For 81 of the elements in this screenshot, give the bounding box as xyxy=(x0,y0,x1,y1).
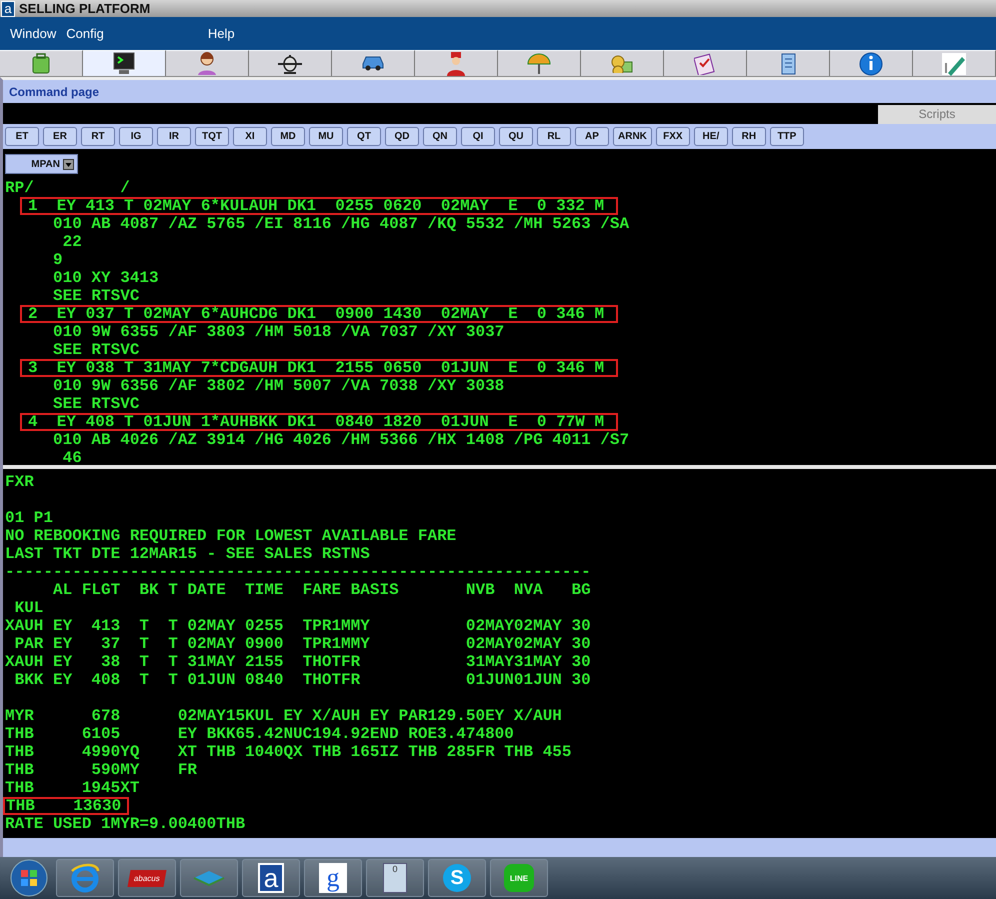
start-orb-icon[interactable] xyxy=(9,858,49,898)
terminal-line: SEE RTSVC xyxy=(52,287,140,305)
command-button[interactable]: XI xyxy=(233,127,267,146)
terminal-line: SEE RTSVC xyxy=(52,341,140,359)
page-title: Command page xyxy=(9,84,100,98)
toolbar-tab[interactable] xyxy=(332,50,415,76)
toolbar-tab[interactable] xyxy=(830,50,913,76)
command-button[interactable]: MD xyxy=(271,127,305,146)
terminal-line: THB 1945XT xyxy=(5,779,140,797)
terminal-line: 46 xyxy=(62,449,83,467)
menu-item[interactable]: Config xyxy=(66,26,104,41)
suitcase-icon xyxy=(32,52,50,74)
command-button[interactable]: QN xyxy=(423,127,457,146)
command-button[interactable]: RT xyxy=(81,127,115,146)
umbrella-icon xyxy=(527,52,551,74)
checklist-icon xyxy=(694,52,716,74)
person-icon xyxy=(197,52,217,76)
terminal-line: 010 9W 6355 /AF 3803 /HM 5018 /VA 7037 /XY 3037 xyxy=(52,323,506,341)
terminal-line: 010 9W 6356 /AF 3802 /HM 5007 /VA 7038 /XY 3038 xyxy=(52,377,506,395)
command-button[interactable]: TQT xyxy=(195,127,229,146)
terminal-line: RATE USED 1MYR=9.00400THB xyxy=(5,815,246,833)
toolbar-tab[interactable] xyxy=(664,50,747,76)
letter-tile-icon[interactable]: a xyxy=(258,863,284,893)
terminal-line: BKK EY 408 T T 01JUN 0840 THOTFR 01JUN01JUN 30 xyxy=(14,671,592,689)
document-icon xyxy=(780,52,796,74)
command-button[interactable]: ET xyxy=(5,127,39,146)
menu-item[interactable]: Help xyxy=(208,26,235,41)
terminal-line: LAST TKT DTE 12MAR15 - SEE SALES RSTNS xyxy=(5,545,371,563)
app-logo: a xyxy=(1,0,15,16)
command-button[interactable]: HE/ xyxy=(694,127,728,146)
terminal-line: MYR 678 02MAY15KUL EY X/AUH EY PAR129.50EY X/AUH xyxy=(5,707,563,725)
letter-tile-icon[interactable]: g xyxy=(319,863,347,893)
command-button[interactable]: RL xyxy=(537,127,571,146)
menu-item[interactable]: Window xyxy=(10,26,56,41)
terminal-line: RP/ / xyxy=(5,179,131,197)
terminal-line: THB 4990YQ XT THB 1040QX THB 165IZ THB 285FR THB 455 xyxy=(5,743,572,761)
bellhop-icon xyxy=(446,52,466,76)
terminal-line: KUL xyxy=(14,599,44,617)
toolbar-tab[interactable] xyxy=(0,50,83,76)
calculator-icon[interactable]: 0 xyxy=(383,863,407,893)
terminal-icon xyxy=(113,52,135,75)
terminal-line: 01 P1 xyxy=(5,509,54,527)
terminal-line: THB 590MY FR xyxy=(5,761,198,779)
terminal-line: 22 xyxy=(62,233,83,251)
terminal-line: NO REBOOKING REQUIRED FOR LOWEST AVAILABLE FARE xyxy=(5,527,458,545)
caret-icon xyxy=(63,158,74,170)
mode-dropdown[interactable]: MPAN xyxy=(5,154,78,174)
abacus-icon[interactable]: abacus xyxy=(128,870,166,886)
window-title: SELLING PLATFORM xyxy=(19,1,150,16)
command-button[interactable]: TTP xyxy=(770,127,804,146)
terminal-line: THB 6105 EY BKK65.42NUC194.92END ROE3.474800 xyxy=(5,725,515,743)
terminal-line: PAR EY 37 T T 02MAY 0900 TPR1MMY 02MAY02MAY 30 xyxy=(14,635,592,653)
command-button[interactable]: FXX xyxy=(656,127,690,146)
coins-icon xyxy=(611,54,633,72)
command-button[interactable]: MU xyxy=(309,127,343,146)
command-button[interactable]: QT xyxy=(347,127,381,146)
terminal-line: 010 AB 4087 /AZ 5765 /EI 8116 /HG 4087 /KQ 5532 /MH 5263 /SA xyxy=(52,215,630,233)
command-button[interactable]: IG xyxy=(119,127,153,146)
command-button[interactable]: QI xyxy=(461,127,495,146)
terminal-line: FXR xyxy=(5,473,35,491)
command-button[interactable]: QD xyxy=(385,127,419,146)
toolbar-tab[interactable] xyxy=(166,50,249,76)
command-button[interactable]: RH xyxy=(732,127,766,146)
toolbar-tab[interactable] xyxy=(747,50,830,76)
terminal-line: 010 AB 4026 /AZ 3914 /HG 4026 /HM 5366 /HX 1408 /PG 4011 /S7 xyxy=(52,431,630,449)
terminal-line: XAUH EY 413 T T 02MAY 0255 TPR1MMY 02MAY02MAY 30 xyxy=(5,617,592,635)
terminal-line: 9 xyxy=(52,251,64,269)
command-button[interactable]: ARNK xyxy=(613,127,652,146)
terminal-line: AL FLGT BK T DATE TIME FARE BASIS NVB NVA BG xyxy=(52,581,592,599)
command-button[interactable]: IR xyxy=(157,127,191,146)
command-button[interactable]: QU xyxy=(499,127,533,146)
toolbar-tab[interactable] xyxy=(249,50,332,76)
car-icon xyxy=(362,56,384,71)
terminal-line: XAUH EY 38 T T 31MAY 2155 THOTFR 31MAY31MAY 30 xyxy=(5,653,592,671)
terminal-line: SEE RTSVC xyxy=(52,395,140,413)
terminal-line: 010 XY 3413 xyxy=(52,269,160,287)
info-icon xyxy=(859,52,883,76)
terminal-line: ------------------------------------------------------------- xyxy=(5,563,592,581)
command-button[interactable]: ER xyxy=(43,127,77,146)
command-button[interactable]: AP xyxy=(575,127,609,146)
toolbar-tab[interactable] xyxy=(83,50,166,76)
